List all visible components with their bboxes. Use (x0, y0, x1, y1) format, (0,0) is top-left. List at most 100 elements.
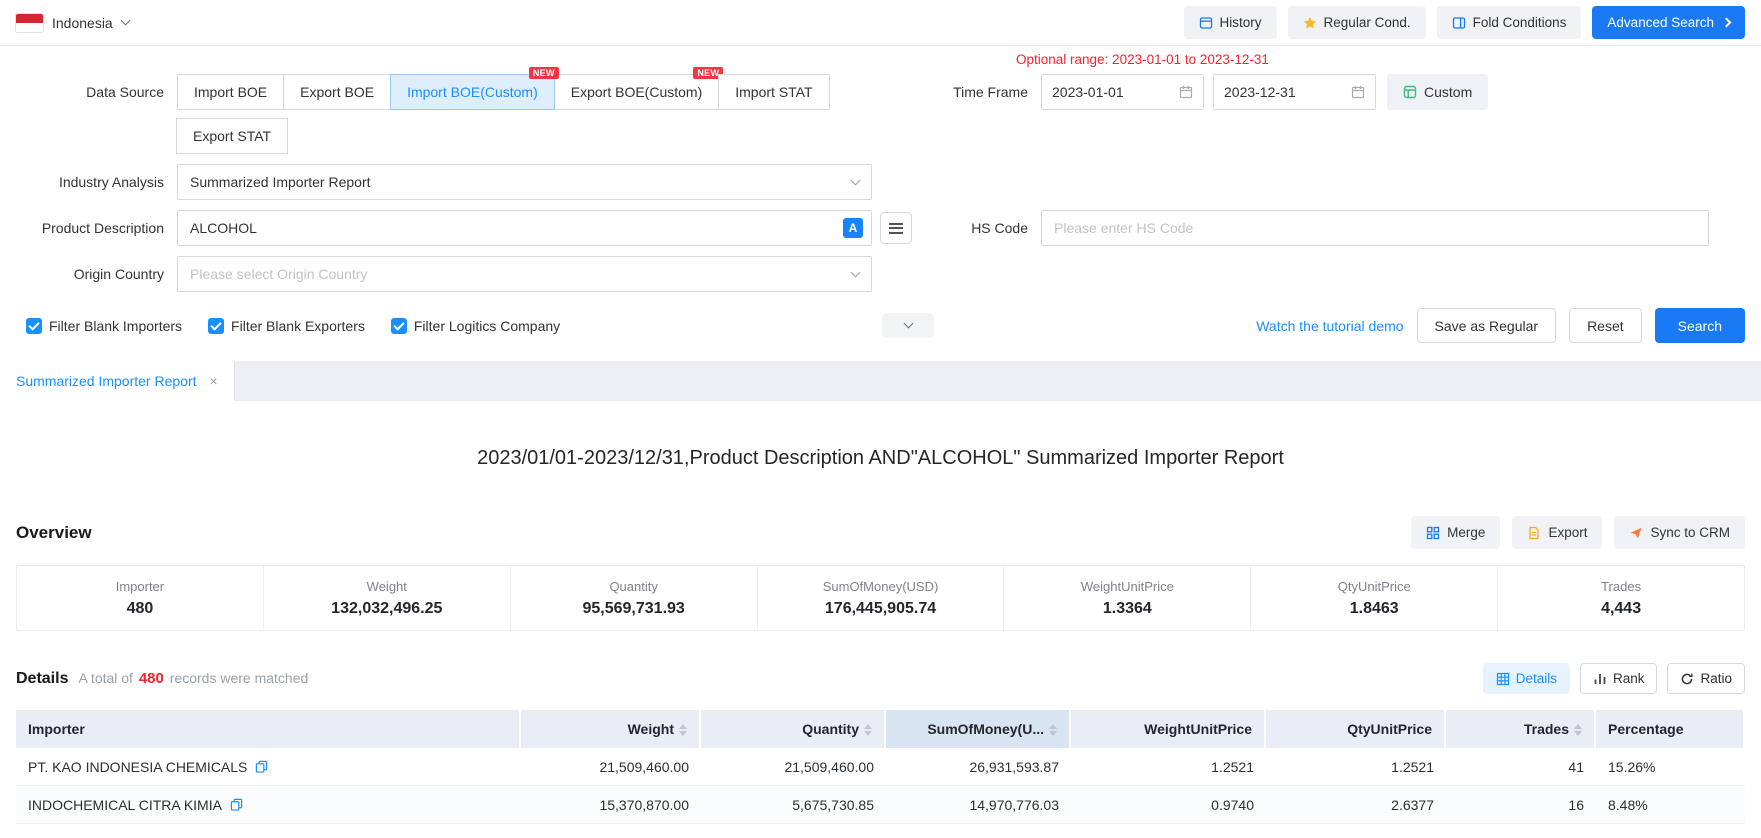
history-icon (1199, 16, 1213, 30)
col-weight[interactable]: Weight (521, 710, 701, 748)
sort-icon[interactable] (1049, 724, 1057, 736)
filter-blank-importers-checkbox[interactable]: Filter Blank Importers (26, 318, 182, 334)
copy-icon[interactable] (230, 798, 243, 811)
data-source-tab-import-boe-custom[interactable]: Import BOE(Custom)NEW (390, 74, 555, 110)
expand-conditions-button[interactable] (882, 313, 934, 338)
data-source-tab-export-boe-custom[interactable]: Export BOE(Custom)NEW (554, 74, 719, 110)
col-percentage: Percentage (1596, 710, 1745, 748)
calendar-icon (1351, 85, 1365, 99)
checkbox-checked-icon (208, 318, 224, 334)
history-button[interactable]: History (1184, 6, 1277, 39)
fold-panel-icon (1452, 16, 1466, 30)
reset-button[interactable]: Reset (1569, 308, 1642, 343)
synonym-expand-button[interactable] (880, 212, 912, 244)
data-source-tabs: Import BOE Export BOE Import BOE(Custom)… (177, 74, 872, 154)
filter-logistics-company-checkbox[interactable]: Filter Logitics Company (391, 318, 560, 334)
copy-icon[interactable] (255, 760, 268, 773)
report-pane: 2023/01/01-2023/12/31,Product Descriptio… (0, 447, 1761, 824)
fold-conditions-button[interactable]: Fold Conditions (1437, 6, 1582, 39)
custom-range-button[interactable]: Custom (1387, 74, 1488, 110)
details-table: Importer Weight Quantity SumOfMoney(U...… (16, 710, 1745, 824)
stat-qty-unit-price: QtyUnitPrice1.8463 (1250, 566, 1497, 630)
col-weight-unit-price: WeightUnitPrice (1071, 710, 1266, 748)
data-source-tab-export-stat[interactable]: Export STAT (176, 118, 288, 154)
sync-to-crm-button[interactable]: Sync to CRM (1614, 516, 1745, 549)
sort-icon[interactable] (1574, 724, 1582, 736)
tab-summarized-importer-report[interactable]: Summarized Importer Report × (0, 361, 235, 401)
view-ratio-button[interactable]: Ratio (1667, 663, 1745, 694)
match-count: 480 (139, 670, 164, 687)
col-qty-unit-price: QtyUnitPrice (1266, 710, 1446, 748)
hs-code-input[interactable]: Please enter HS Code (1041, 210, 1709, 246)
merge-button[interactable]: Merge (1411, 516, 1500, 549)
search-button[interactable]: Search (1655, 308, 1745, 343)
col-sum-of-money[interactable]: SumOfMoney(U... (886, 710, 1071, 748)
chevron-right-icon (1722, 18, 1732, 28)
time-frame-label: Time Frame (952, 74, 1028, 110)
percentage-cell: 15.26% (1596, 748, 1745, 786)
sort-icon[interactable] (864, 724, 872, 736)
close-icon[interactable]: × (210, 374, 218, 388)
country-name: Indonesia (52, 15, 113, 31)
col-trades[interactable]: Trades (1446, 710, 1596, 748)
chevron-down-icon (120, 16, 130, 26)
chevron-down-icon (903, 319, 913, 329)
top-bar: Indonesia History Regular Cond. Fold Con… (0, 0, 1761, 46)
country-selector[interactable]: Indonesia (16, 14, 129, 32)
data-source-tab-import-stat[interactable]: Import STAT (718, 74, 829, 110)
importer-name[interactable]: PT. KAO INDONESIA CHEMICALS (28, 759, 247, 775)
export-button[interactable]: Export (1512, 516, 1602, 549)
tutorial-link[interactable]: Watch the tutorial demo (1256, 318, 1403, 334)
export-document-icon (1527, 526, 1541, 540)
optional-range-hint: Optional range: 2023-01-01 to 2023-12-31 (1016, 52, 1269, 67)
trades-cell: 41 (1446, 748, 1596, 786)
filter-blank-exporters-checkbox[interactable]: Filter Blank Exporters (208, 318, 365, 334)
date-to-input[interactable]: 2023-12-31 (1213, 74, 1376, 110)
view-rank-button[interactable]: Rank (1580, 663, 1658, 694)
stat-importer: Importer480 (17, 566, 263, 630)
merge-icon (1426, 526, 1440, 540)
stat-sum-of-money: SumOfMoney(USD)176,445,905.74 (757, 566, 1004, 630)
weight-cell: 21,509,460.00 (521, 748, 701, 786)
translate-icon[interactable]: A (843, 218, 863, 238)
weight-unit-price-cell: 0.9740 (1071, 786, 1266, 824)
sort-icon[interactable] (679, 724, 687, 736)
percentage-cell: 8.48% (1596, 786, 1745, 824)
quantity-cell: 5,675,730.85 (701, 786, 886, 824)
importer-name[interactable]: INDOCHEMICAL CITRA KIMIA (28, 797, 222, 813)
overview-heading: Overview (16, 523, 92, 543)
data-source-tab-export-boe[interactable]: Export BOE (283, 74, 391, 110)
new-badge: NEW (529, 67, 559, 79)
table-header-row: Importer Weight Quantity SumOfMoney(U...… (16, 710, 1745, 748)
match-summary: A total of 480 records were matched (78, 670, 308, 687)
checkbox-checked-icon (391, 318, 407, 334)
ratio-refresh-icon (1680, 672, 1694, 686)
origin-country-select[interactable]: Please select Origin Country (177, 256, 872, 292)
rank-bars-icon (1593, 672, 1607, 686)
product-description-input[interactable]: ALCOHOL A (177, 210, 872, 246)
industry-analysis-label: Industry Analysis (16, 164, 164, 200)
calendar-icon (1179, 85, 1193, 99)
star-icon (1303, 16, 1317, 30)
view-details-button[interactable]: Details (1483, 663, 1570, 694)
date-from-input[interactable]: 2023-01-01 (1041, 74, 1204, 110)
data-source-tab-import-boe[interactable]: Import BOE (177, 74, 284, 110)
overview-stats-bar: Importer480 Weight132,032,496.25 Quantit… (16, 565, 1745, 631)
weight-unit-price-cell: 1.2521 (1071, 748, 1266, 786)
lines-icon (889, 223, 903, 234)
checkbox-checked-icon (26, 318, 42, 334)
sum-cell: 26,931,593.87 (886, 748, 1071, 786)
regular-cond-button[interactable]: Regular Cond. (1288, 6, 1426, 39)
stat-weight-unit-price: WeightUnitPrice1.3364 (1003, 566, 1250, 630)
qty-unit-price-cell: 2.6377 (1266, 786, 1446, 824)
quantity-cell: 21,509,460.00 (701, 748, 886, 786)
sum-cell: 14,970,776.03 (886, 786, 1071, 824)
stat-trades: Trades4,443 (1497, 566, 1744, 630)
table-row: INDOCHEMICAL CITRA KIMIA 15,370,870.00 5… (16, 786, 1745, 824)
industry-analysis-select[interactable]: Summarized Importer Report (177, 164, 872, 200)
origin-country-label: Origin Country (16, 256, 164, 292)
qty-unit-price-cell: 1.2521 (1266, 748, 1446, 786)
save-as-regular-button[interactable]: Save as Regular (1417, 308, 1557, 343)
col-quantity[interactable]: Quantity (701, 710, 886, 748)
advanced-search-button[interactable]: Advanced Search (1592, 6, 1745, 39)
